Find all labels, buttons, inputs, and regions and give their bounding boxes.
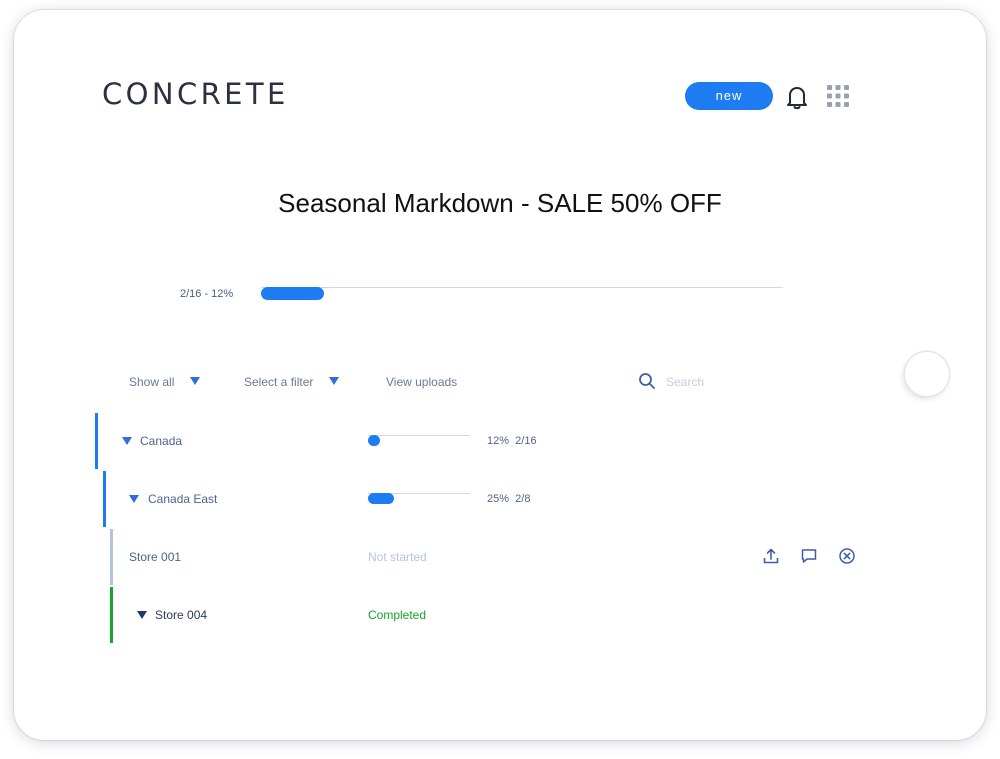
overall-progress-fill: [261, 287, 324, 300]
caret-down-icon: [328, 377, 339, 385]
expand-caret-icon[interactable]: [137, 611, 147, 619]
side-panel-handle[interactable]: [905, 352, 949, 396]
row-count: 2/8: [515, 493, 531, 505]
level-indicator: [103, 471, 106, 527]
row-status: Completed: [368, 608, 427, 622]
campaign-title: Seasonal Markdown - SALE 50% OFF: [278, 188, 722, 218]
show-all-dropdown[interactable]: Show all: [129, 375, 200, 389]
row-percent: 25%: [487, 493, 510, 505]
row-progress-fill: [368, 493, 394, 504]
tree-row-store-004[interactable]: Store 004 Completed: [0, 587, 1000, 643]
new-button[interactable]: new: [685, 82, 773, 110]
overall-progress-bar: [261, 286, 783, 300]
search-icon[interactable]: [638, 372, 656, 390]
comment-icon[interactable]: [800, 547, 818, 565]
expand-caret-icon[interactable]: [122, 437, 132, 445]
tree-row-canada-east[interactable]: Canada East 25% 2/8: [0, 471, 1000, 527]
bell-icon[interactable]: [785, 84, 809, 110]
expand-caret-icon[interactable]: [129, 495, 139, 503]
overall-progress-label: 2/16 - 12%: [180, 288, 234, 300]
row-progress-text: 12% 2/16: [487, 434, 537, 448]
row-percent: 12%: [487, 435, 510, 447]
apps-grid-icon[interactable]: [827, 85, 849, 107]
search-input[interactable]: [666, 374, 856, 390]
level-indicator: [110, 529, 113, 585]
select-filter-label: Select a filter: [244, 375, 314, 389]
page: CONCRETE new Seasonal Markdown - SALE 50…: [0, 0, 1000, 759]
row-progress-fill: [368, 435, 381, 446]
row-progress-track: [368, 435, 470, 436]
caret-down-icon: [189, 377, 200, 385]
view-uploads-link[interactable]: View uploads: [386, 375, 457, 389]
close-circle-icon[interactable]: [838, 547, 856, 565]
search-box: [638, 372, 868, 392]
row-name: Store 001: [129, 550, 182, 564]
row-progress-bar: [368, 434, 470, 446]
row-name: Canada: [140, 434, 183, 448]
show-all-label: Show all: [129, 375, 175, 389]
row-name: Store 004: [155, 608, 208, 622]
upload-icon[interactable]: [762, 547, 780, 565]
row-status: Not started: [368, 550, 427, 564]
select-filter-dropdown[interactable]: Select a filter: [244, 375, 339, 389]
row-count: 2/16: [515, 435, 537, 447]
tree-row-store-001[interactable]: Store 001 Not started: [0, 529, 1000, 585]
level-indicator: [110, 587, 113, 643]
level-indicator: [95, 413, 98, 469]
tree-row-canada[interactable]: Canada 12% 2/16: [0, 413, 1000, 469]
row-name: Canada East: [148, 492, 218, 506]
overall-progress-track: [261, 287, 783, 288]
concrete-logo: CONCRETE: [102, 77, 289, 111]
row-progress-bar: [368, 492, 470, 504]
row-progress-text: 25% 2/8: [487, 492, 530, 506]
